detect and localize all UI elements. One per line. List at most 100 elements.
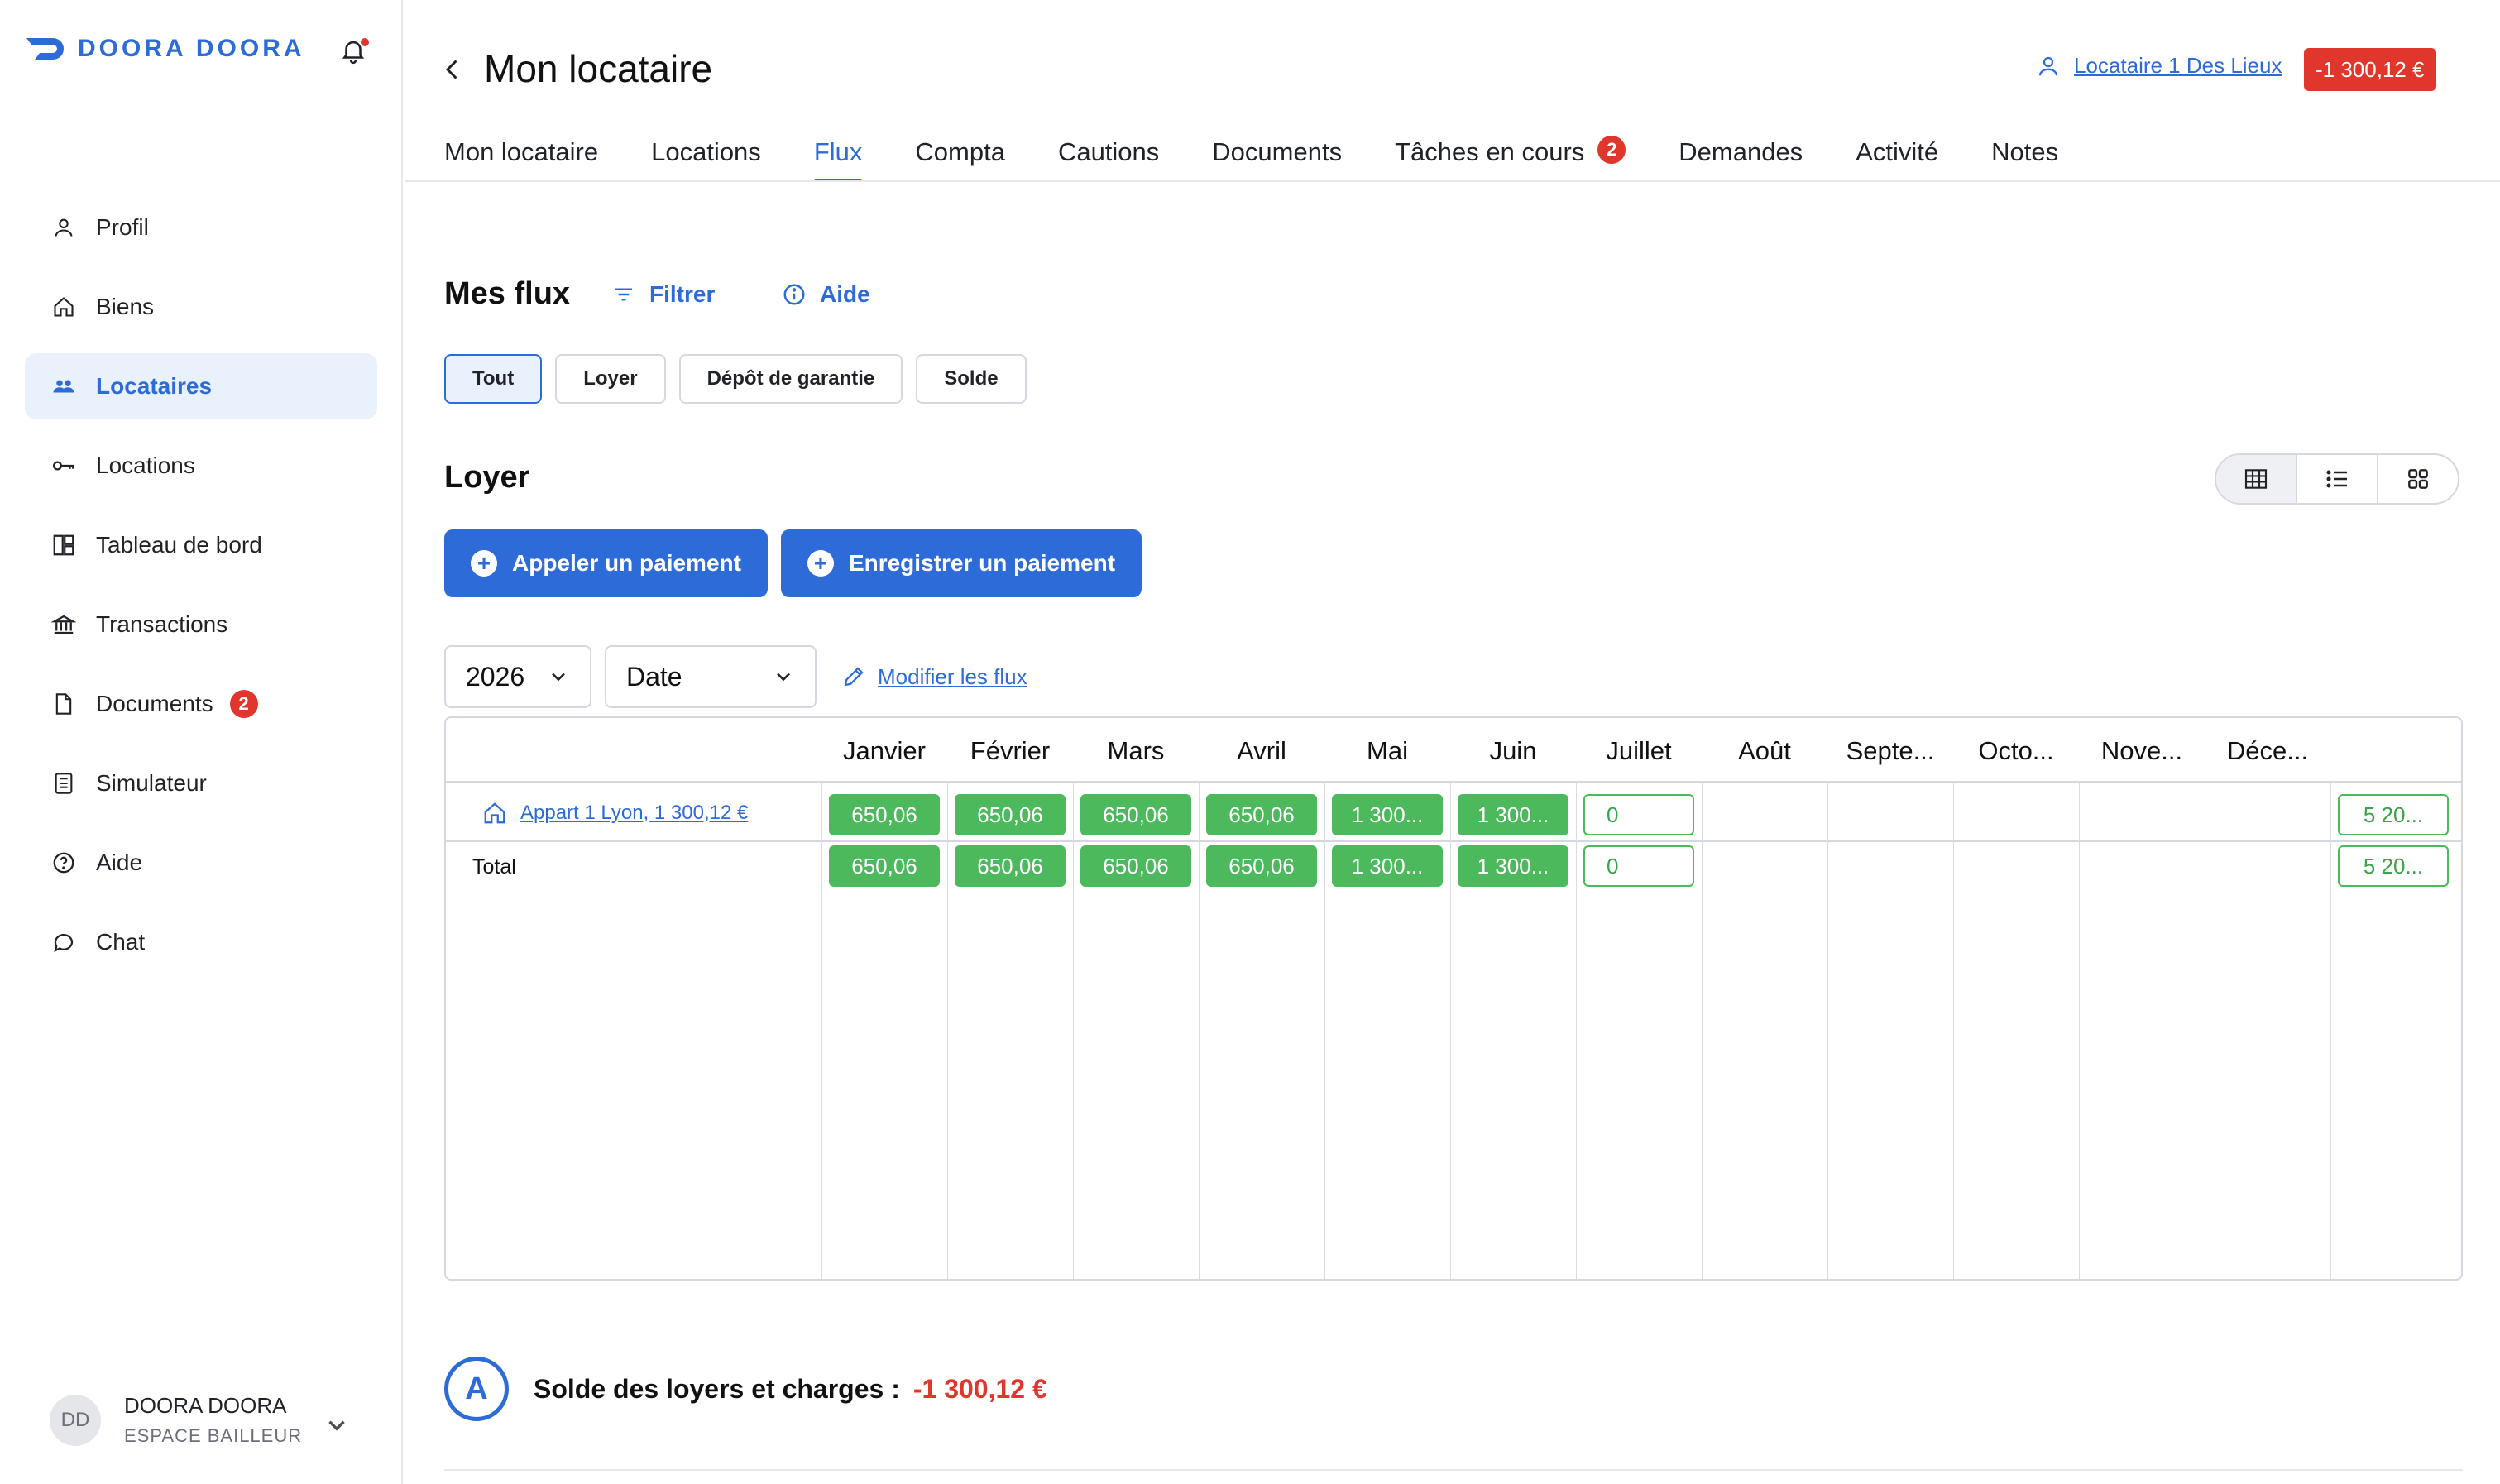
column-divider xyxy=(1199,783,1200,1279)
property-link-label[interactable]: Appart 1 Lyon, 1 300,12 € xyxy=(520,802,748,825)
view-tiles-button[interactable] xyxy=(2378,455,2458,503)
chevron-left-icon xyxy=(445,60,457,79)
avatar: DD xyxy=(50,1394,101,1446)
sidebar-item-tableau-de-bord[interactable]: Tableau de bord xyxy=(25,512,377,578)
sidebar-item-locataires[interactable]: Locataires xyxy=(25,353,377,419)
flux-cell[interactable]: 650,06 xyxy=(829,845,940,887)
sidebar: DOORA DOORA Profil Biens Locataires Loca… xyxy=(0,0,403,1484)
tenant-link[interactable]: Locataire 1 Des Lieux xyxy=(2036,53,2282,79)
flux-cell[interactable]: 1 300... xyxy=(1458,845,1568,887)
notifications-button[interactable] xyxy=(339,36,372,69)
year-select[interactable]: 2026 xyxy=(444,645,591,708)
flux-cell[interactable]: 650,06 xyxy=(1080,845,1191,887)
flux-cell[interactable]: 0 xyxy=(1583,794,1694,835)
sidebar-item-chat[interactable]: Chat xyxy=(25,909,377,975)
main-content: Mon locataire Locataire 1 Des Lieux -1 3… xyxy=(405,0,2500,1484)
tasks-count-badge: 2 xyxy=(1597,136,1626,164)
grid-icon xyxy=(2244,469,2268,489)
edit-flux-link[interactable]: Modifier les flux xyxy=(841,664,1027,690)
tab-documents[interactable]: Documents xyxy=(1212,124,1342,182)
tab-taches-en-cours[interactable]: Tâches en cours 2 xyxy=(1395,124,1626,182)
tab-locations[interactable]: Locations xyxy=(651,124,761,182)
user-menu[interactable]: DD DOORA DOORA ESPACE BAILLEUR xyxy=(50,1393,302,1447)
rent-balance-summary: A Solde des loyers et charges : -1 300,1… xyxy=(444,1357,1047,1421)
sidebar-item-label: Biens xyxy=(96,294,155,319)
tab-activite[interactable]: Activité xyxy=(1856,124,1938,182)
filter-button[interactable]: Filtrer xyxy=(611,281,715,308)
calculator-icon xyxy=(50,769,78,797)
help-button[interactable]: Aide xyxy=(782,281,870,308)
call-payment-button[interactable]: + Appeler un paiement xyxy=(444,529,768,597)
flux-table: Appart 1 Lyon, 1 300,12 € Total Janvier F… xyxy=(444,716,2463,1281)
tab-flux[interactable]: Flux xyxy=(813,124,862,182)
flux-cell[interactable]: 650,06 xyxy=(1080,794,1191,835)
flux-cell[interactable]: 650,06 xyxy=(955,845,1066,887)
sidebar-item-label: Simulateur xyxy=(96,770,207,796)
plus-circle-icon: + xyxy=(807,550,834,577)
month-header: Mars xyxy=(1107,736,1165,765)
column-divider xyxy=(1324,783,1325,1279)
column-divider xyxy=(1450,783,1451,1279)
help-icon xyxy=(50,849,78,877)
tab-bar: Mon locataire Locations Flux Compta Caut… xyxy=(444,124,2111,182)
user-icon xyxy=(50,213,78,242)
tab-label: Compta xyxy=(915,137,1005,166)
column-divider xyxy=(2330,783,2331,1279)
tenant-link-label[interactable]: Locataire 1 Des Lieux xyxy=(2074,53,2282,79)
home-icon xyxy=(484,802,505,824)
header-divider xyxy=(446,781,2461,783)
edit-flux-label[interactable]: Modifier les flux xyxy=(878,664,1027,690)
flux-cell[interactable]: 0 xyxy=(1583,845,1694,887)
sidebar-item-simulateur[interactable]: Simulateur xyxy=(25,750,377,816)
section-divider xyxy=(444,1469,2463,1471)
record-payment-button[interactable]: + Enregistrer un paiement xyxy=(780,529,1142,597)
view-list-button[interactable] xyxy=(2297,455,2378,503)
sidebar-item-label: Profil xyxy=(96,214,149,240)
chip-loyer[interactable]: Loyer xyxy=(555,354,666,404)
sidebar-item-label: Locations xyxy=(96,452,195,478)
sort-select[interactable]: Date xyxy=(605,645,817,708)
tabs-divider xyxy=(405,180,2500,182)
property-link[interactable]: Appart 1 Lyon, 1 300,12 € xyxy=(482,801,748,826)
back-button[interactable] xyxy=(438,55,467,84)
sidebar-item-label: Locataires xyxy=(96,373,213,399)
user-menu-toggle[interactable] xyxy=(323,1411,351,1439)
flux-cell[interactable]: 650,06 xyxy=(829,794,940,835)
month-header: Juillet xyxy=(1606,736,1672,765)
sidebar-item-aide[interactable]: Aide xyxy=(25,830,377,896)
chip-tout[interactable]: Tout xyxy=(444,354,543,404)
chip-depot-de-garantie[interactable]: Dépôt de garantie xyxy=(678,354,903,404)
table-controls: 2026 Date Modifier les flux xyxy=(444,645,1027,708)
sidebar-item-biens[interactable]: Biens xyxy=(25,274,377,340)
flux-cell[interactable]: 650,06 xyxy=(955,794,1066,835)
flux-cell[interactable]: 1 300... xyxy=(1458,794,1568,835)
tab-mon-locataire[interactable]: Mon locataire xyxy=(444,124,598,182)
sidebar-item-locations[interactable]: Locations xyxy=(25,433,377,499)
balance-badge: -1 300,12 € xyxy=(2304,48,2436,91)
user-icon xyxy=(2038,56,2058,75)
tab-label: Demandes xyxy=(1679,137,1803,166)
brand-logo[interactable]: DOORA DOORA xyxy=(25,35,305,63)
tab-cautions[interactable]: Cautions xyxy=(1058,124,1159,182)
row-total-cell[interactable]: 5 20... xyxy=(2338,794,2449,835)
month-header: Nove... xyxy=(2100,736,2183,765)
sidebar-item-label: Chat xyxy=(96,929,146,955)
tab-compta[interactable]: Compta xyxy=(915,124,1005,182)
view-grid-button[interactable] xyxy=(2216,455,2297,503)
column-divider xyxy=(821,783,822,1279)
page-title: Mon locataire xyxy=(484,47,713,90)
tab-notes[interactable]: Notes xyxy=(1991,124,2058,182)
chip-solde[interactable]: Solde xyxy=(916,354,1027,404)
sidebar-item-profil[interactable]: Profil xyxy=(25,194,377,261)
filter-label: Filtrer xyxy=(649,281,716,307)
flux-cell[interactable]: 650,06 xyxy=(1206,794,1317,835)
flux-cell[interactable]: 650,06 xyxy=(1206,845,1317,887)
bank-icon xyxy=(50,610,78,639)
tab-demandes[interactable]: Demandes xyxy=(1679,124,1803,182)
sidebar-item-documents[interactable]: Documents 2 xyxy=(25,671,377,737)
flux-cell[interactable]: 1 300... xyxy=(1332,845,1443,887)
flux-cell[interactable]: 1 300... xyxy=(1332,794,1443,835)
month-header: Juin xyxy=(1489,736,1537,765)
sidebar-item-transactions[interactable]: Transactions xyxy=(25,591,377,658)
row-total-cell[interactable]: 5 20... xyxy=(2338,845,2449,887)
